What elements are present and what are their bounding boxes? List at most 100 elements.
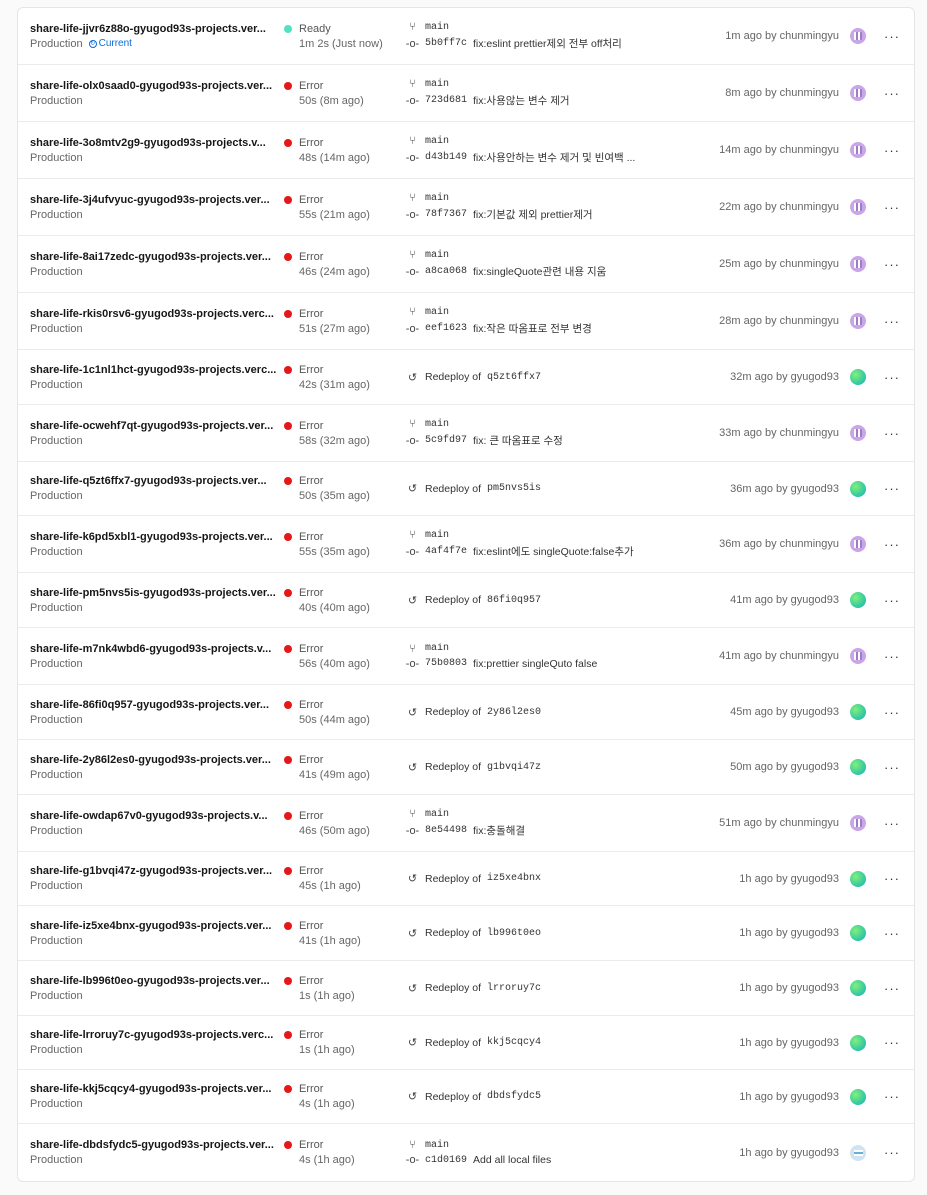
deployment-row[interactable]: share-life-q5zt6ffx7-gyugod93s-projects.… (18, 462, 914, 516)
more-horizontal-icon[interactable]: ··· (880, 759, 904, 775)
commit-hash[interactable]: 78f7367 (425, 209, 467, 220)
deployment-row[interactable]: share-life-m7nk4wbd6-gyugod93s-projects.… (18, 628, 914, 685)
deployment-name[interactable]: share-life-dbdsfydc5-gyugod93s-projects.… (30, 1139, 278, 1151)
more-horizontal-icon[interactable]: ··· (880, 1145, 904, 1161)
branch-name[interactable]: main (425, 307, 449, 318)
avatar[interactable] (850, 815, 866, 831)
avatar[interactable] (850, 648, 866, 664)
more-horizontal-icon[interactable]: ··· (880, 256, 904, 272)
more-horizontal-icon[interactable]: ··· (880, 925, 904, 941)
avatar[interactable] (850, 313, 866, 329)
deployment-name[interactable]: share-life-olx0saad0-gyugod93s-projects.… (30, 80, 278, 92)
deployment-row[interactable]: share-life-lb996t0eo-gyugod93s-projects.… (18, 961, 914, 1016)
more-horizontal-icon[interactable]: ··· (880, 704, 904, 720)
branch-name[interactable]: main (425, 809, 449, 820)
avatar[interactable] (850, 1034, 866, 1051)
more-horizontal-icon[interactable]: ··· (880, 1089, 904, 1105)
deployment-row[interactable]: share-life-dbdsfydc5-gyugod93s-projects.… (18, 1124, 914, 1181)
branch-name[interactable]: main (425, 643, 449, 654)
commit-hash[interactable]: d43b149 (425, 152, 467, 163)
deployment-row[interactable]: share-life-3o8mtv2g9-gyugod93s-projects.… (18, 122, 914, 179)
avatar[interactable] (850, 536, 866, 552)
more-horizontal-icon[interactable]: ··· (880, 313, 904, 329)
deployment-name[interactable]: share-life-k6pd5xbl1-gyugod93s-projects.… (30, 531, 278, 543)
commit-hash[interactable]: 4af4f7e (425, 546, 467, 557)
avatar[interactable] (850, 759, 866, 775)
commit-hash[interactable]: 8e54498 (425, 825, 467, 836)
avatar[interactable] (850, 704, 866, 720)
more-horizontal-icon[interactable]: ··· (880, 980, 904, 996)
deployment-name[interactable]: share-life-lb996t0eo-gyugod93s-projects.… (30, 975, 278, 987)
avatar[interactable] (850, 199, 866, 215)
more-horizontal-icon[interactable]: ··· (880, 592, 904, 608)
deployment-row[interactable]: share-life-kkj5cqcy4-gyugod93s-projects.… (18, 1070, 914, 1124)
redeploy-ref[interactable]: q5zt6ffx7 (487, 372, 541, 383)
redeploy-ref[interactable]: g1bvqi47z (487, 762, 541, 773)
commit-hash[interactable]: 5b0ff7c (425, 38, 467, 49)
more-horizontal-icon[interactable]: ··· (880, 648, 904, 664)
deployment-row[interactable]: share-life-g1bvqi47z-gyugod93s-projects.… (18, 852, 914, 906)
redeploy-ref[interactable]: lrroruy7c (487, 983, 541, 994)
more-horizontal-icon[interactable]: ··· (880, 142, 904, 158)
deployment-row[interactable]: share-life-iz5xe4bnx-gyugod93s-projects.… (18, 906, 914, 961)
deployment-name[interactable]: share-life-kkj5cqcy4-gyugod93s-projects.… (30, 1083, 278, 1095)
deployment-row[interactable]: share-life-rkis0rsv6-gyugod93s-projects.… (18, 293, 914, 350)
commit-hash[interactable]: a8ca068 (425, 266, 467, 277)
deployment-name[interactable]: share-life-rkis0rsv6-gyugod93s-projects.… (30, 308, 278, 320)
branch-name[interactable]: main (425, 136, 449, 147)
deployment-row[interactable]: share-life-pm5nvs5is-gyugod93s-projects.… (18, 573, 914, 628)
more-horizontal-icon[interactable]: ··· (880, 425, 904, 441)
deployment-row[interactable]: share-life-jjvr6z88o-gyugod93s-projects.… (18, 8, 914, 65)
deployment-name[interactable]: share-life-1c1nl1hct-gyugod93s-projects.… (30, 364, 278, 376)
redeploy-ref[interactable]: kkj5cqcy4 (487, 1037, 541, 1048)
avatar[interactable] (850, 425, 866, 441)
avatar[interactable] (850, 870, 866, 887)
more-horizontal-icon[interactable]: ··· (880, 199, 904, 215)
avatar[interactable] (850, 1144, 866, 1161)
more-horizontal-icon[interactable]: ··· (880, 85, 904, 101)
deployment-row[interactable]: share-life-8ai17zedc-gyugod93s-projects.… (18, 236, 914, 293)
avatar[interactable] (850, 480, 866, 497)
avatar[interactable] (850, 925, 866, 941)
branch-name[interactable]: main (425, 1140, 449, 1151)
commit-hash[interactable]: 75b0803 (425, 658, 467, 669)
deployment-row[interactable]: share-life-ocwehf7qt-gyugod93s-projects.… (18, 405, 914, 462)
deployment-name[interactable]: share-life-2y86l2es0-gyugod93s-projects.… (30, 754, 278, 766)
deployment-row[interactable]: share-life-k6pd5xbl1-gyugod93s-projects.… (18, 516, 914, 573)
avatar[interactable] (850, 980, 866, 996)
deployment-name[interactable]: share-life-8ai17zedc-gyugod93s-projects.… (30, 251, 278, 263)
branch-name[interactable]: main (425, 250, 449, 261)
deployment-row[interactable]: share-life-3j4ufvyuc-gyugod93s-projects.… (18, 179, 914, 236)
commit-hash[interactable]: 723d681 (425, 95, 467, 106)
avatar[interactable] (850, 85, 866, 101)
redeploy-ref[interactable]: 86fi0q957 (487, 595, 541, 606)
deployment-row[interactable]: share-life-1c1nl1hct-gyugod93s-projects.… (18, 350, 914, 405)
deployment-name[interactable]: share-life-86fi0q957-gyugod93s-projects.… (30, 699, 278, 711)
deployment-name[interactable]: share-life-3j4ufvyuc-gyugod93s-projects.… (30, 194, 278, 206)
more-horizontal-icon[interactable]: ··· (880, 28, 904, 44)
branch-name[interactable]: main (425, 530, 449, 541)
more-horizontal-icon[interactable]: ··· (880, 871, 904, 887)
redeploy-ref[interactable]: pm5nvs5is (487, 483, 541, 494)
deployment-name[interactable]: share-life-iz5xe4bnx-gyugod93s-projects.… (30, 920, 278, 932)
deployment-name[interactable]: share-life-owdap67v0-gyugod93s-projects.… (30, 810, 278, 822)
avatar[interactable] (850, 256, 866, 272)
more-horizontal-icon[interactable]: ··· (880, 481, 904, 497)
more-horizontal-icon[interactable]: ··· (880, 815, 904, 831)
branch-name[interactable]: main (425, 22, 449, 33)
redeploy-ref[interactable]: 2y86l2es0 (487, 707, 541, 718)
deployment-name[interactable]: share-life-g1bvqi47z-gyugod93s-projects.… (30, 865, 278, 877)
deployment-row[interactable]: share-life-86fi0q957-gyugod93s-projects.… (18, 685, 914, 740)
avatar[interactable] (850, 592, 866, 608)
deployment-row[interactable]: share-life-lrroruy7c-gyugod93s-projects.… (18, 1016, 914, 1070)
redeploy-ref[interactable]: dbdsfydc5 (487, 1091, 541, 1102)
deployment-name[interactable]: share-life-pm5nvs5is-gyugod93s-projects.… (30, 587, 278, 599)
more-horizontal-icon[interactable]: ··· (880, 369, 904, 385)
avatar[interactable] (850, 142, 866, 158)
redeploy-ref[interactable]: lb996t0eo (487, 928, 541, 939)
more-horizontal-icon[interactable]: ··· (880, 1035, 904, 1051)
commit-hash[interactable]: c1d0169 (425, 1155, 467, 1166)
deployment-name[interactable]: share-life-ocwehf7qt-gyugod93s-projects.… (30, 420, 278, 432)
deployment-name[interactable]: share-life-jjvr6z88o-gyugod93s-projects.… (30, 23, 278, 35)
avatar[interactable] (850, 1088, 866, 1105)
